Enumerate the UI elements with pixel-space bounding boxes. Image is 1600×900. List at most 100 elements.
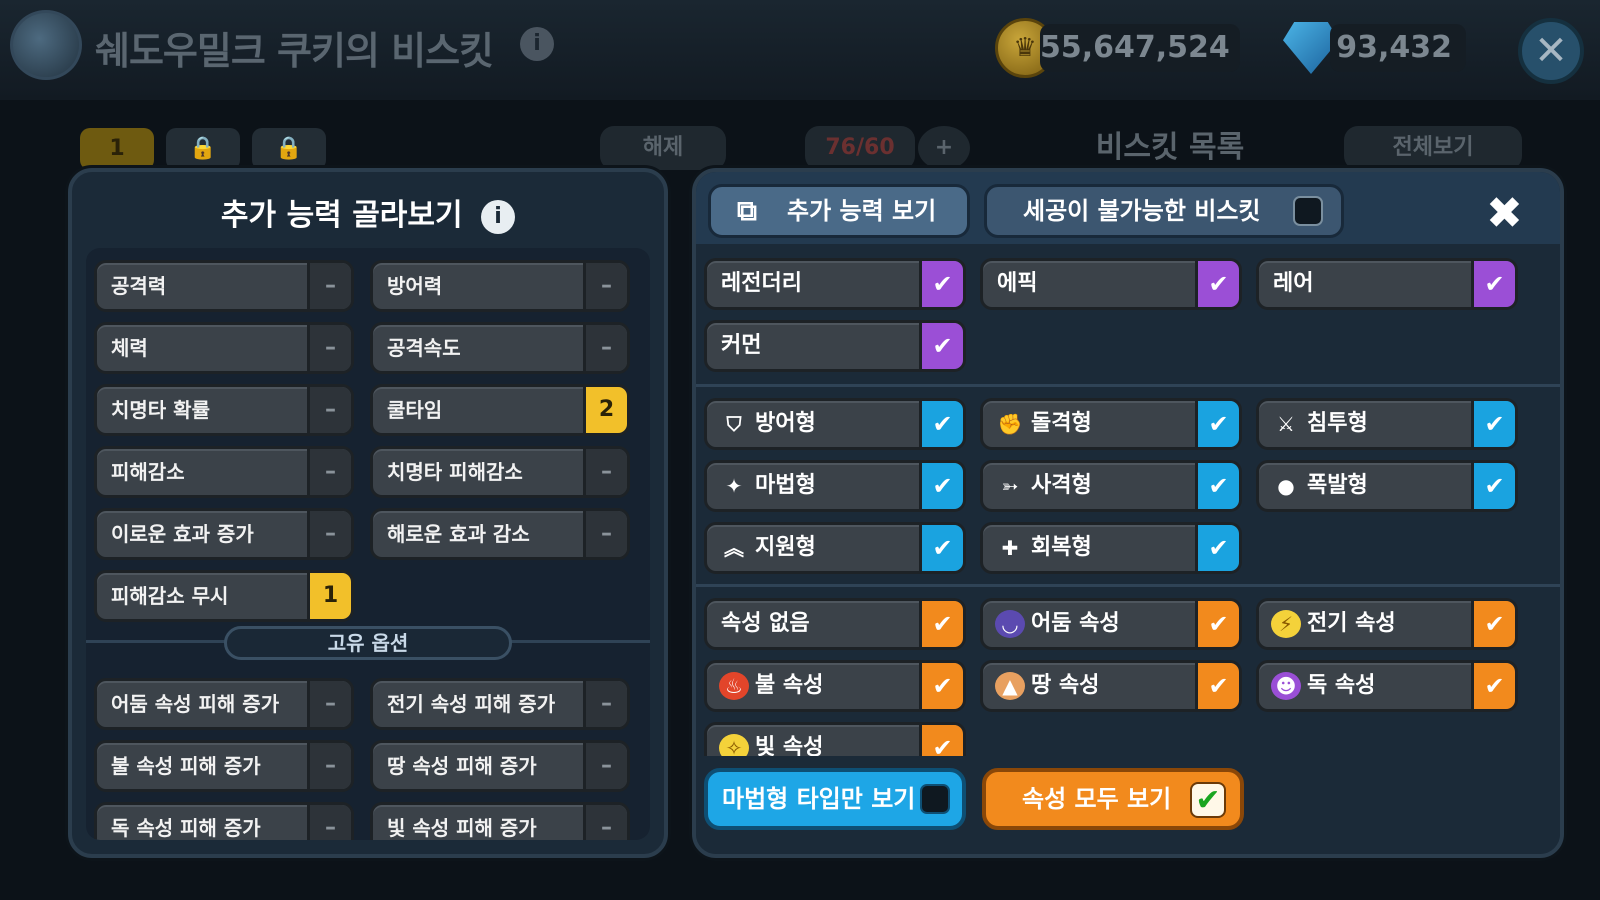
check-icon: ✔: [1471, 261, 1515, 307]
darkness-icon: ◡: [995, 610, 1025, 638]
option-row[interactable]: 전기 속성 피해 증가 –: [370, 678, 630, 730]
check-icon: ✔: [1195, 663, 1239, 709]
option-row[interactable]: 해로운 효과 감소 –: [370, 508, 630, 560]
option-counter[interactable]: –: [307, 325, 351, 371]
option-counter[interactable]: –: [583, 263, 627, 309]
attr-filter-darkness[interactable]: ◡ 어둠 속성 ✔: [980, 598, 1242, 650]
option-counter[interactable]: –: [583, 325, 627, 371]
view-all-label: 전체보기: [1392, 135, 1474, 160]
uncraftable-checkbox[interactable]: [1293, 196, 1323, 226]
option-row[interactable]: 피해감소 무시 1: [94, 570, 354, 622]
option-row[interactable]: 치명타 피해감소 –: [370, 446, 630, 498]
title-info-icon[interactable]: i: [520, 27, 554, 61]
biscuit-count: 76/60: [805, 126, 915, 170]
option-counter[interactable]: –: [307, 263, 351, 309]
type-filter-ambush[interactable]: ⚔ 침투형 ✔: [1256, 398, 1518, 450]
magic-only-checkbox[interactable]: [920, 784, 950, 814]
ability-filter-title: 추가 능력 골라보기 i: [72, 190, 664, 234]
attr-filter-fire[interactable]: ♨ 불 속성 ✔: [704, 660, 966, 712]
option-label: 치명타 피해감소: [387, 460, 523, 484]
attr-filter-none[interactable]: 속성 없음 ✔: [704, 598, 966, 650]
option-label: 불 속성 피해 증가: [111, 754, 261, 778]
check-icon: ✔: [1195, 261, 1239, 307]
option-row[interactable]: 공격속도 –: [370, 322, 630, 374]
option-label: 이로운 효과 증가: [111, 522, 254, 546]
option-row[interactable]: 불 속성 피해 증가 –: [94, 740, 354, 792]
option-row[interactable]: 땅 속성 피해 증가 –: [370, 740, 630, 792]
info-icon[interactable]: i: [481, 199, 516, 234]
attr-filter-electric[interactable]: ⚡ 전기 속성 ✔: [1256, 598, 1518, 650]
option-row[interactable]: 이로운 효과 증가 –: [94, 508, 354, 560]
unequip-button[interactable]: 해제: [600, 126, 726, 170]
option-row[interactable]: 피해감소 –: [94, 446, 354, 498]
attr-filter-poison[interactable]: ☻ 독 속성 ✔: [1256, 660, 1518, 712]
option-counter[interactable]: –: [307, 743, 351, 789]
type-filter-bomber[interactable]: ● 폭발형 ✔: [1256, 460, 1518, 512]
option-counter[interactable]: –: [307, 511, 351, 557]
mountain-icon: ▲: [995, 672, 1025, 700]
check-icon: ✔: [1471, 601, 1515, 647]
attr-label: 독 속성: [1307, 673, 1376, 698]
fist-icon: ✊: [997, 412, 1023, 436]
option-counter[interactable]: –: [307, 387, 351, 433]
option-counter[interactable]: –: [307, 449, 351, 495]
option-label: 땅 속성 피해 증가: [387, 754, 537, 778]
magic-only-toggle[interactable]: 마법형 타입만 보기: [704, 768, 966, 830]
type-filter-ranged[interactable]: ➳ 사격형 ✔: [980, 460, 1242, 512]
option-counter[interactable]: –: [307, 805, 351, 840]
blade-icon: ⚔: [1277, 412, 1295, 436]
slot-tab-1[interactable]: 1: [80, 128, 154, 170]
uncraftable-filter-toggle[interactable]: 세공이 불가능한 비스킷: [984, 184, 1344, 238]
option-counter[interactable]: –: [583, 743, 627, 789]
attr-filter-earth[interactable]: ▲ 땅 속성 ✔: [980, 660, 1242, 712]
arrow-icon: ➳: [1001, 474, 1019, 498]
close-icon[interactable]: ✖: [1486, 188, 1523, 239]
option-row[interactable]: 쿨타임 2: [370, 384, 630, 436]
rarity-filter-epic[interactable]: 에픽 ✔: [980, 258, 1242, 310]
type-filter-support[interactable]: ︽ 지원형 ✔: [704, 522, 966, 574]
option-counter[interactable]: –: [583, 449, 627, 495]
type-label: 폭발형: [1307, 473, 1368, 498]
divider: [696, 384, 1560, 387]
option-row[interactable]: 치명타 확률 –: [94, 384, 354, 436]
option-row[interactable]: 방어력 –: [370, 260, 630, 312]
close-icon[interactable]: ✕: [1518, 18, 1584, 84]
unique-options-label: 고유 옵션: [224, 626, 512, 660]
type-filter-magic[interactable]: ✦ 마법형 ✔: [704, 460, 966, 512]
type-filter-healing[interactable]: ✚ 회복형 ✔: [980, 522, 1242, 574]
page-title: 쉐도우밀크 쿠키의 비스킷: [95, 29, 494, 73]
option-counter-active[interactable]: 1: [307, 573, 351, 619]
check-icon: ✔: [919, 401, 963, 447]
option-label: 공격력: [111, 274, 167, 298]
option-row[interactable]: 빛 속성 피해 증가 –: [370, 802, 630, 840]
check-icon: ✔: [1471, 663, 1515, 709]
view-all-button[interactable]: 전체보기: [1344, 126, 1522, 170]
attr-label: 불 속성: [755, 673, 824, 698]
view-ability-button[interactable]: ⧉ 추가 능력 보기: [708, 184, 970, 238]
option-label: 공격속도: [387, 336, 461, 360]
type-filter-charge[interactable]: ✊ 돌격형 ✔: [980, 398, 1242, 450]
attr-label: 빛 속성: [755, 735, 824, 756]
attr-label: 전기 속성: [1307, 611, 1396, 636]
option-counter[interactable]: –: [583, 681, 627, 727]
option-row[interactable]: 어둠 속성 피해 증가 –: [94, 678, 354, 730]
option-row[interactable]: 공격력 –: [94, 260, 354, 312]
show-all-attributes-toggle[interactable]: 속성 모두 보기 ✔: [982, 768, 1244, 830]
add-slot-button[interactable]: +: [918, 126, 970, 170]
rarity-filter-common[interactable]: 커먼 ✔: [704, 320, 966, 372]
checkmark-icon[interactable]: ✔: [1190, 782, 1226, 818]
type-filter-defense[interactable]: ⛉ 방어형 ✔: [704, 398, 966, 450]
rarity-label: 레전더리: [721, 271, 802, 296]
ability-filter-title-text: 추가 능력 골라보기: [220, 198, 463, 233]
option-row[interactable]: 체력 –: [94, 322, 354, 374]
attr-overflow-row: ✧ 빛 속성 ✔: [696, 722, 1560, 756]
option-counter[interactable]: –: [583, 805, 627, 840]
rarity-filter-rare[interactable]: 레어 ✔: [1256, 258, 1518, 310]
option-counter-active[interactable]: 2: [583, 387, 627, 433]
option-row[interactable]: 독 속성 피해 증가 –: [94, 802, 354, 840]
option-counter[interactable]: –: [583, 511, 627, 557]
rarity-filter-legendary[interactable]: 레전더리 ✔: [704, 258, 966, 310]
option-counter[interactable]: –: [307, 681, 351, 727]
check-icon: ✔: [1195, 463, 1239, 509]
attr-filter-light[interactable]: ✧ 빛 속성 ✔: [704, 722, 966, 756]
